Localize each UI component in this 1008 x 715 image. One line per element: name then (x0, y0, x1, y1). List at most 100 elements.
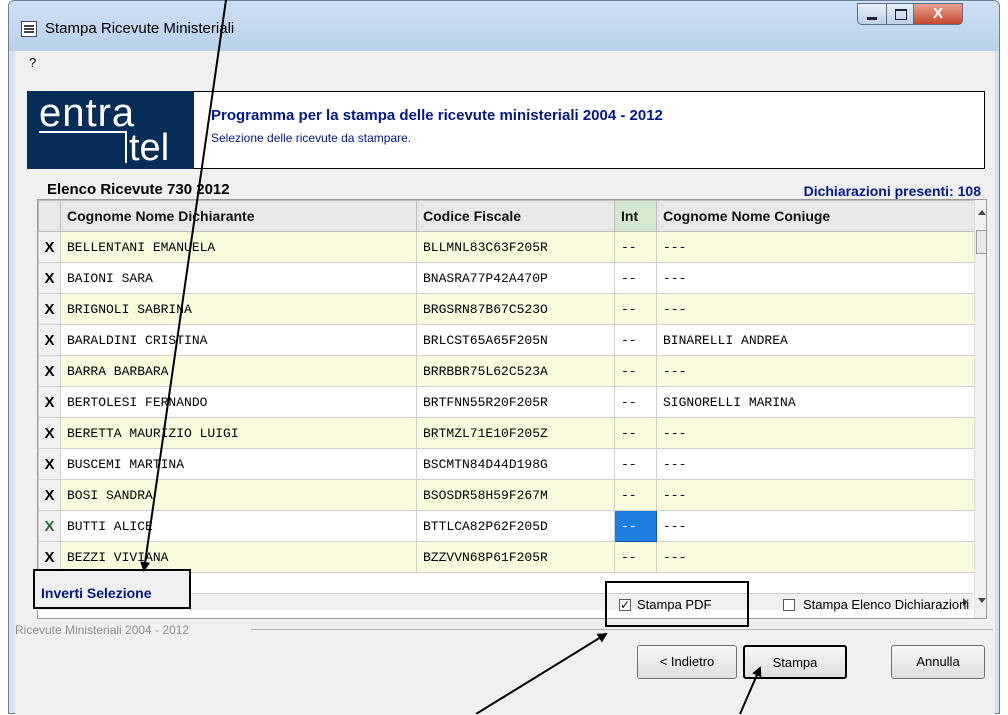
entratel-logo: entra tel (27, 91, 194, 169)
cell-name[interactable]: BERETTA MAURIZIO LUIGI (60, 417, 417, 449)
table-row[interactable]: X BAIONI SARA BNASRA77P42A470P -- --- (38, 262, 975, 294)
cell-name[interactable]: BERTOLESI FERNANDO (60, 386, 417, 418)
cell-fiscal-code[interactable]: BRGSRN87B67C523O (416, 293, 615, 325)
table-row[interactable]: X BEZZI VIVIANA BZZVVN68P61F205R -- --- (38, 541, 975, 573)
row-select-mark[interactable]: X (38, 417, 61, 449)
cell-fiscal-code[interactable]: BRRBBR75L62C523A (416, 355, 615, 387)
cell-int[interactable]: -- (614, 293, 657, 325)
cell-name[interactable]: BAIONI SARA (60, 262, 417, 294)
column-header-name[interactable]: Cognome Nome Dichiarante (60, 200, 417, 232)
column-header-spouse[interactable]: Cognome Nome Coniuge (656, 200, 975, 232)
row-select-mark[interactable]: X (38, 324, 61, 356)
cell-fiscal-code[interactable]: BLLMNL83C63F205R (416, 231, 615, 263)
stampa-elenco-label[interactable]: Stampa Elenco Dichiarazioni (803, 597, 969, 612)
program-subtitle: Selezione delle ricevute da stampare. (211, 131, 412, 145)
cell-fiscal-code[interactable]: BTTLCA82P62F205D (416, 510, 615, 542)
scroll-down-icon[interactable] (978, 598, 986, 603)
cell-name[interactable]: BUTTI ALICE (60, 510, 417, 542)
cell-spouse[interactable]: --- (656, 231, 975, 263)
cell-name[interactable]: BRIGNOLI SABRINA (60, 293, 417, 325)
maximize-button[interactable] (886, 3, 914, 25)
row-select-mark[interactable]: X (38, 541, 61, 573)
table-row[interactable]: X BRIGNOLI SABRINA BRGSRN87B67C523O -- --- (38, 293, 975, 325)
back-button[interactable]: < Indietro (637, 645, 737, 679)
row-select-mark[interactable]: X (38, 510, 61, 542)
cell-spouse[interactable]: --- (656, 417, 975, 449)
cell-spouse[interactable]: BINARELLI ANDREA (656, 324, 975, 356)
cell-int[interactable]: -- (614, 448, 657, 480)
stampa-pdf-checkbox[interactable]: ✓ (619, 599, 631, 611)
cell-spouse[interactable]: --- (656, 510, 975, 542)
cell-int[interactable]: -- (614, 324, 657, 356)
cell-int[interactable]: -- (614, 355, 657, 387)
stampa-elenco-checkbox[interactable] (783, 599, 795, 611)
cell-fiscal-code[interactable]: BNASRA77P42A470P (416, 262, 615, 294)
list-title: Elenco Ricevute 730 2012 (47, 181, 230, 198)
receipts-table: Cognome Nome Dichiarante Codice Fiscale … (38, 200, 975, 573)
group-label: Ricevute Ministeriali 2004 - 2012 (15, 623, 190, 637)
cell-spouse[interactable]: --- (656, 479, 975, 511)
logo-vline (125, 131, 127, 163)
vertical-scrollbar[interactable] (974, 200, 986, 618)
invert-selection-highlight: Inverti Selezione (33, 569, 191, 609)
vertical-scroll-thumb[interactable] (976, 230, 986, 254)
cell-spouse[interactable]: SIGNORELLI MARINA (656, 386, 975, 418)
column-header-select[interactable] (38, 200, 61, 232)
cell-name[interactable]: BARRA BARBARA (60, 355, 417, 387)
menu-help[interactable]: ? (29, 55, 36, 70)
cell-int[interactable]: -- (614, 262, 657, 294)
cell-name[interactable]: BELLENTANI EMANUELA (60, 231, 417, 263)
cell-fiscal-code[interactable]: BZZVVN68P61F205R (416, 541, 615, 573)
row-select-mark[interactable]: X (38, 448, 61, 480)
table-row[interactable]: X BERETTA MAURIZIO LUIGI BRTMZL71E10F205Z -… (38, 417, 975, 449)
cell-int[interactable]: -- (614, 417, 657, 449)
table-row[interactable]: X BELLENTANI EMANUELA BLLMNL83C63F205R -- --… (38, 231, 975, 263)
row-select-mark[interactable]: X (38, 386, 61, 418)
cell-fiscal-code[interactable]: BRLCST65A65F205N (416, 324, 615, 356)
column-header-fiscal-code[interactable]: Codice Fiscale (416, 200, 615, 232)
cell-fiscal-code[interactable]: BSCMTN84D44D198G (416, 448, 615, 480)
cell-name[interactable]: BEZZI VIVIANA (60, 541, 417, 573)
cell-spouse[interactable]: --- (656, 541, 975, 573)
table-row[interactable]: X BARRA BARBARA BRRBBR75L62C523A -- --- (38, 355, 975, 387)
row-select-mark[interactable]: X (38, 355, 61, 387)
cell-name[interactable]: BARALDINI CRISTINA (60, 324, 417, 356)
cell-int[interactable]: -- (614, 231, 657, 263)
receipts-grid[interactable]: Cognome Nome Dichiarante Codice Fiscale … (37, 199, 987, 619)
cell-fiscal-code[interactable]: BRTFNN55R20F205R (416, 386, 615, 418)
close-button[interactable]: X (913, 3, 963, 25)
title-bar[interactable]: Stampa Ricevute Ministeriali X (9, 1, 999, 51)
invert-selection-link[interactable]: Inverti Selezione (41, 585, 151, 601)
cell-fiscal-code[interactable]: BRTMZL71E10F205Z (416, 417, 615, 449)
cell-int[interactable]: -- (614, 479, 657, 511)
declarations-count: Dichiarazioni presenti: 108 (803, 183, 981, 199)
cell-name[interactable]: BUSCEMI MARTINA (60, 448, 417, 480)
cell-spouse[interactable]: --- (656, 355, 975, 387)
scroll-up-icon[interactable] (978, 210, 986, 215)
row-select-mark[interactable]: X (38, 231, 61, 263)
cell-spouse[interactable]: --- (656, 448, 975, 480)
cell-name[interactable]: BOSI SANDRA (60, 479, 417, 511)
table-row[interactable]: X BUTTI ALICE BTTLCA82P62F205D -- --- (38, 510, 975, 542)
row-select-mark[interactable]: X (38, 262, 61, 294)
menu-bar: ? (15, 51, 995, 74)
cell-fiscal-code[interactable]: BSOSDR58H59F267M (416, 479, 615, 511)
logo-text-bottom: tel (129, 127, 170, 169)
row-select-mark[interactable]: X (38, 293, 61, 325)
table-row[interactable]: X BOSI SANDRA BSOSDR58H59F267M -- --- (38, 479, 975, 511)
print-button[interactable]: Stampa (743, 645, 847, 679)
table-row[interactable]: X BERTOLESI FERNANDO BRTFNN55R20F205R -- SIG… (38, 386, 975, 418)
cell-int[interactable]: -- (614, 541, 657, 573)
cell-spouse[interactable]: --- (656, 262, 975, 294)
minimize-button[interactable] (857, 3, 887, 25)
cell-spouse[interactable]: --- (656, 293, 975, 325)
column-header-int[interactable]: Int (614, 200, 657, 232)
cell-int-focused[interactable]: -- (614, 510, 657, 542)
stampa-pdf-label[interactable]: Stampa PDF (637, 597, 711, 612)
row-select-mark[interactable]: X (38, 479, 61, 511)
program-title: Programma per la stampa delle ricevute m… (211, 107, 663, 124)
cell-int[interactable]: -- (614, 386, 657, 418)
table-row[interactable]: X BARALDINI CRISTINA BRLCST65A65F205N -- BIN… (38, 324, 975, 356)
cancel-button[interactable]: Annulla (891, 645, 985, 679)
table-row[interactable]: X BUSCEMI MARTINA BSCMTN84D44D198G -- --- (38, 448, 975, 480)
